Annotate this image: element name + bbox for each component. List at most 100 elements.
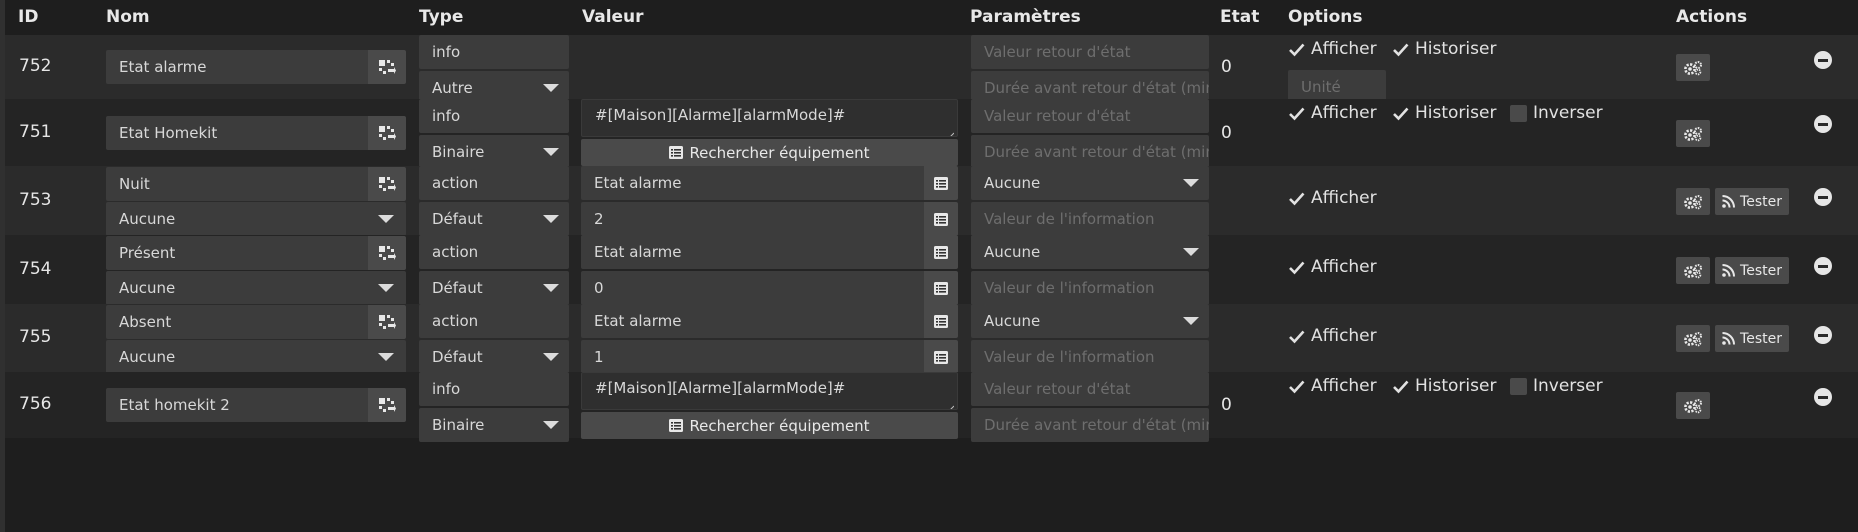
value-input[interactable]: 0 — [581, 271, 958, 305]
command-id: 753 — [19, 190, 52, 210]
command-value-select[interactable]: Aucune — [106, 340, 406, 374]
list-icon-button[interactable] — [924, 340, 958, 374]
value-input[interactable]: 1 — [581, 340, 958, 374]
inverser-option[interactable]: Inverser — [1510, 376, 1603, 396]
command-type-select[interactable]: info — [419, 35, 569, 69]
advanced-config-button[interactable] — [1676, 392, 1710, 419]
state-return-duration-input[interactable]: Durée avant retour d'état (min) — [971, 135, 1209, 169]
list-icon-button[interactable] — [924, 235, 958, 269]
command-type-select[interactable]: action — [419, 304, 569, 338]
parameter-select[interactable]: Aucune — [971, 304, 1209, 338]
afficher-checkbox-checked-icon[interactable] — [1288, 378, 1305, 395]
search-equipment-button[interactable]: Rechercher équipement — [581, 412, 958, 439]
list-icon — [934, 314, 948, 328]
advanced-config-button[interactable] — [1676, 325, 1710, 352]
afficher-option[interactable]: Afficher — [1288, 376, 1377, 396]
configure-icon-button[interactable] — [368, 116, 406, 150]
list-icon-button[interactable] — [924, 304, 958, 338]
inverser-option[interactable]: Inverser — [1510, 103, 1603, 123]
afficher-option[interactable]: Afficher — [1288, 39, 1377, 59]
command-subtype-select[interactable]: Défaut — [419, 202, 569, 236]
configure-icon-button[interactable] — [368, 167, 406, 201]
command-id: 752 — [19, 56, 52, 76]
value-text: #[Maison][Alarme][alarmMode]# — [595, 106, 846, 124]
remove-command-icon[interactable] — [1814, 257, 1832, 275]
information-value-input[interactable]: Valeur de l'information — [971, 340, 1209, 374]
command-subtype-select[interactable]: Défaut — [419, 340, 569, 374]
remove-command-icon[interactable] — [1814, 115, 1832, 133]
command-type-select[interactable]: info — [419, 99, 569, 133]
advanced-config-button[interactable] — [1676, 188, 1710, 215]
afficher-checkbox-checked-icon[interactable] — [1288, 259, 1305, 276]
configure-icon-button[interactable] — [368, 50, 406, 84]
historiser-option[interactable]: Historiser — [1392, 103, 1496, 123]
historiser-checkbox-checked-icon[interactable] — [1392, 105, 1409, 122]
command-subtype-select[interactable]: Binaire — [419, 135, 569, 169]
afficher-option[interactable]: Afficher — [1288, 326, 1377, 346]
parameter-select[interactable]: Aucune — [971, 235, 1209, 269]
command-name-input[interactable]: Etat homekit 2 — [106, 388, 406, 422]
value-input-text: Etat alarme — [594, 174, 682, 192]
value-input[interactable]: 2 — [581, 202, 958, 236]
advanced-config-button[interactable] — [1676, 120, 1710, 147]
state-return-value-input[interactable]: Valeur retour d'état — [971, 372, 1209, 406]
afficher-checkbox-checked-icon[interactable] — [1288, 190, 1305, 207]
command-type-select[interactable]: info — [419, 372, 569, 406]
afficher-option[interactable]: Afficher — [1288, 257, 1377, 277]
command-value-select[interactable]: Aucune — [106, 202, 406, 236]
list-icon-button[interactable] — [924, 166, 958, 200]
value-textarea[interactable]: #[Maison][Alarme][alarmMode]# — [581, 372, 958, 410]
afficher-option[interactable]: Afficher — [1288, 188, 1377, 208]
afficher-option[interactable]: Afficher — [1288, 103, 1377, 123]
afficher-checkbox-checked-icon[interactable] — [1288, 328, 1305, 345]
list-icon-button[interactable] — [924, 271, 958, 305]
table-row: 755 Absent Aucune action Défaut Etat alarme 1 A… — [5, 304, 1858, 374]
test-button[interactable]: Tester — [1715, 325, 1789, 352]
command-name-input[interactable]: Nuit — [106, 167, 406, 201]
value-input[interactable]: Etat alarme — [581, 166, 958, 200]
state-return-value-input[interactable]: Valeur retour d'état — [971, 35, 1209, 69]
command-type-select[interactable]: action — [419, 166, 569, 200]
state-return-duration-input[interactable]: Durée avant retour d'état (min) — [971, 408, 1209, 442]
parameter-select[interactable]: Aucune — [971, 166, 1209, 200]
test-button[interactable]: Tester — [1715, 188, 1789, 215]
command-name-input[interactable]: Etat Homekit — [106, 116, 406, 150]
command-name-input[interactable]: Etat alarme — [106, 50, 406, 84]
state-return-value-input[interactable]: Valeur retour d'état — [971, 99, 1209, 133]
advanced-config-button[interactable] — [1676, 54, 1710, 81]
afficher-checkbox-checked-icon[interactable] — [1288, 105, 1305, 122]
value-textarea[interactable]: #[Maison][Alarme][alarmMode]# — [581, 99, 958, 137]
configure-icon-button[interactable] — [368, 388, 406, 422]
chevron-down-icon — [1183, 317, 1199, 325]
command-subtype-select[interactable]: Défaut — [419, 271, 569, 305]
historiser-checkbox-checked-icon[interactable] — [1392, 41, 1409, 58]
value-input-text: Etat alarme — [594, 312, 682, 330]
historiser-option[interactable]: Historiser — [1392, 39, 1496, 59]
command-name-input[interactable]: Absent — [106, 305, 406, 339]
value-input[interactable]: Etat alarme — [581, 304, 958, 338]
list-icon-button[interactable] — [924, 202, 958, 236]
information-value-input[interactable]: Valeur de l'information — [971, 271, 1209, 305]
command-subtype-select[interactable]: Binaire — [419, 408, 569, 442]
afficher-label: Afficher — [1311, 257, 1377, 277]
inverser-checkbox-empty[interactable] — [1510, 104, 1527, 122]
historiser-option[interactable]: Historiser — [1392, 376, 1496, 396]
search-equipment-button[interactable]: Rechercher équipement — [581, 139, 958, 166]
information-value-input[interactable]: Valeur de l'information — [971, 202, 1209, 236]
historiser-checkbox-checked-icon[interactable] — [1392, 378, 1409, 395]
value-input[interactable]: Etat alarme — [581, 235, 958, 269]
remove-command-icon[interactable] — [1814, 388, 1832, 406]
command-name-input[interactable]: Présent — [106, 236, 406, 270]
test-button[interactable]: Tester — [1715, 257, 1789, 284]
remove-command-icon[interactable] — [1814, 326, 1832, 344]
remove-command-icon[interactable] — [1814, 51, 1832, 69]
remove-command-icon[interactable] — [1814, 188, 1832, 206]
afficher-checkbox-checked-icon[interactable] — [1288, 41, 1305, 58]
command-value-select[interactable]: Aucune — [106, 271, 406, 305]
configure-icon-button[interactable] — [368, 236, 406, 270]
advanced-config-button[interactable] — [1676, 257, 1710, 284]
command-subtype-select-value: Autre — [432, 79, 473, 97]
command-type-select[interactable]: action — [419, 235, 569, 269]
inverser-checkbox-empty[interactable] — [1510, 377, 1527, 395]
configure-icon-button[interactable] — [368, 305, 406, 339]
